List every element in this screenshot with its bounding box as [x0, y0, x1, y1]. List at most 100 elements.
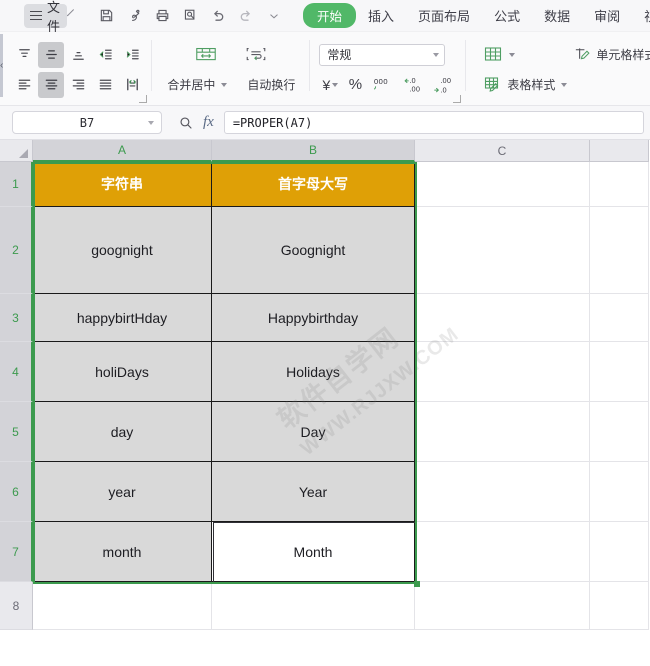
table-style-button[interactable]: 表格样式 [479, 72, 571, 97]
row-header-7[interactable]: 7 [0, 522, 33, 582]
comma-format-button[interactable]: 000 [369, 73, 395, 97]
row-header-5[interactable]: 5 [0, 402, 33, 462]
save-icon[interactable] [93, 4, 119, 28]
number-dialog-launcher[interactable] [453, 95, 461, 103]
chevron-down-icon[interactable] [221, 83, 227, 87]
align-top-icon[interactable] [11, 42, 37, 68]
number-format-select[interactable]: 常规 [319, 44, 445, 66]
cell-a2[interactable]: goognight [33, 207, 212, 294]
cell-b6[interactable]: Year [212, 462, 415, 522]
column-header-a[interactable]: A [33, 140, 212, 162]
cell-c6[interactable] [415, 462, 590, 522]
cell-style-button[interactable]: 单元格样式 [569, 42, 650, 67]
tab-insert[interactable]: 插入 [356, 3, 406, 28]
currency-format-button[interactable]: ¥ [319, 73, 341, 97]
name-box[interactable]: B7 [12, 111, 162, 134]
cell-c1[interactable] [415, 162, 590, 207]
cell-b5[interactable]: Day [212, 402, 415, 462]
insert-function-button[interactable]: fx [203, 114, 214, 131]
align-center-icon[interactable] [38, 72, 64, 98]
cell-b7[interactable]: Month [212, 522, 415, 582]
alignment-dialog-launcher[interactable] [139, 95, 147, 103]
cell-c7[interactable] [415, 522, 590, 582]
conditional-format-button[interactable] [479, 42, 519, 67]
cell-d6[interactable] [590, 462, 649, 522]
cell-c5[interactable] [415, 402, 590, 462]
row-header-3[interactable]: 3 [0, 294, 33, 342]
ribbon-tabs: 开始 插入 页面布局 公式 数据 审阅 视图 [303, 3, 650, 28]
column-header-d[interactable] [590, 140, 649, 162]
tab-review[interactable]: 审阅 [582, 3, 632, 28]
chevron-down-icon[interactable] [561, 83, 567, 87]
percent-format-button[interactable]: % [344, 73, 366, 97]
cell-d7[interactable] [590, 522, 649, 582]
cell-d2[interactable] [590, 207, 649, 294]
wrap-text-button[interactable]: 自动换行 [243, 73, 299, 96]
fill-handle[interactable] [414, 581, 420, 587]
chevron-down-icon[interactable] [509, 53, 515, 57]
cell-d3[interactable] [590, 294, 649, 342]
merge-center-icon[interactable] [194, 44, 218, 66]
cell-a8[interactable] [33, 582, 212, 630]
row-header-4[interactable]: 4 [0, 342, 33, 402]
cell-a5[interactable]: day [33, 402, 212, 462]
cell-d4[interactable] [590, 342, 649, 402]
tab-page-layout[interactable]: 页面布局 [406, 3, 482, 28]
chevron-down-icon[interactable] [148, 121, 154, 125]
cell-b2[interactable]: Goognight [212, 207, 415, 294]
cell-a7[interactable]: month [33, 522, 212, 582]
tab-formulas[interactable]: 公式 [482, 3, 532, 28]
increase-indent-icon[interactable] [119, 42, 145, 68]
cell-d8[interactable] [590, 582, 649, 630]
cell-b1[interactable]: 首字母大写 [212, 162, 415, 207]
justify-icon[interactable] [92, 72, 118, 98]
column-header-c[interactable]: C [415, 140, 590, 162]
print-preview-pen-icon[interactable] [121, 4, 147, 28]
cell-a4[interactable]: holiDays [33, 342, 212, 402]
select-all-corner[interactable] [0, 140, 33, 162]
column-header-b[interactable]: B [212, 140, 415, 162]
cell-b3[interactable]: Happybirthday [212, 294, 415, 342]
tab-view[interactable]: 视图 [632, 3, 650, 28]
align-bottom-icon[interactable] [65, 42, 91, 68]
wrap-text-icon[interactable] [244, 44, 268, 66]
cell-c4[interactable] [415, 342, 590, 402]
merge-center-button[interactable]: 合并居中 [163, 73, 231, 96]
row-header-8[interactable]: 8 [0, 582, 33, 630]
cell-d5[interactable] [590, 402, 649, 462]
cell-b8[interactable] [212, 582, 415, 630]
cell-b4[interactable]: Holidays [212, 342, 415, 402]
print-preview-icon[interactable] [177, 4, 203, 28]
formula-input[interactable]: =PROPER(A7) [224, 111, 644, 134]
decrease-decimal-button[interactable]: .00 .0 [429, 73, 457, 97]
align-left-icon[interactable] [11, 72, 37, 98]
undo-icon[interactable] [205, 4, 231, 28]
increase-decimal-button[interactable]: .0 .00 [398, 73, 426, 97]
cell-a6[interactable]: year [33, 462, 212, 522]
cell-c8[interactable] [415, 582, 590, 630]
customize-qat-icon[interactable] [261, 4, 287, 28]
align-right-icon[interactable] [65, 72, 91, 98]
distribute-icon[interactable] [119, 72, 145, 98]
redo-icon[interactable] [233, 4, 259, 28]
cell-c2[interactable] [415, 207, 590, 294]
chevron-down-icon[interactable] [332, 83, 338, 87]
cell-d1[interactable] [590, 162, 649, 207]
cell-c3[interactable] [415, 294, 590, 342]
cell-a1[interactable]: 字符串 [33, 162, 212, 207]
tab-start[interactable]: 开始 [303, 3, 356, 28]
ribbon: ‹ [0, 32, 650, 106]
align-middle-icon[interactable] [38, 42, 64, 68]
row-header-2[interactable]: 2 [0, 207, 33, 294]
cell-a3[interactable]: happybirtHday [33, 294, 212, 342]
chevron-down-icon[interactable] [67, 9, 74, 16]
tab-data[interactable]: 数据 [532, 3, 582, 28]
file-menu-button[interactable]: 文件 [24, 4, 67, 28]
spreadsheet-grid[interactable]: A B C 1 字符串 首字母大写 2 goognight Goognight … [0, 140, 650, 666]
row-header-6[interactable]: 6 [0, 462, 33, 522]
chevron-down-icon[interactable] [433, 53, 439, 57]
print-icon[interactable] [149, 4, 175, 28]
row-header-1[interactable]: 1 [0, 162, 33, 207]
search-icon[interactable] [178, 115, 194, 131]
decrease-indent-icon[interactable] [92, 42, 118, 68]
